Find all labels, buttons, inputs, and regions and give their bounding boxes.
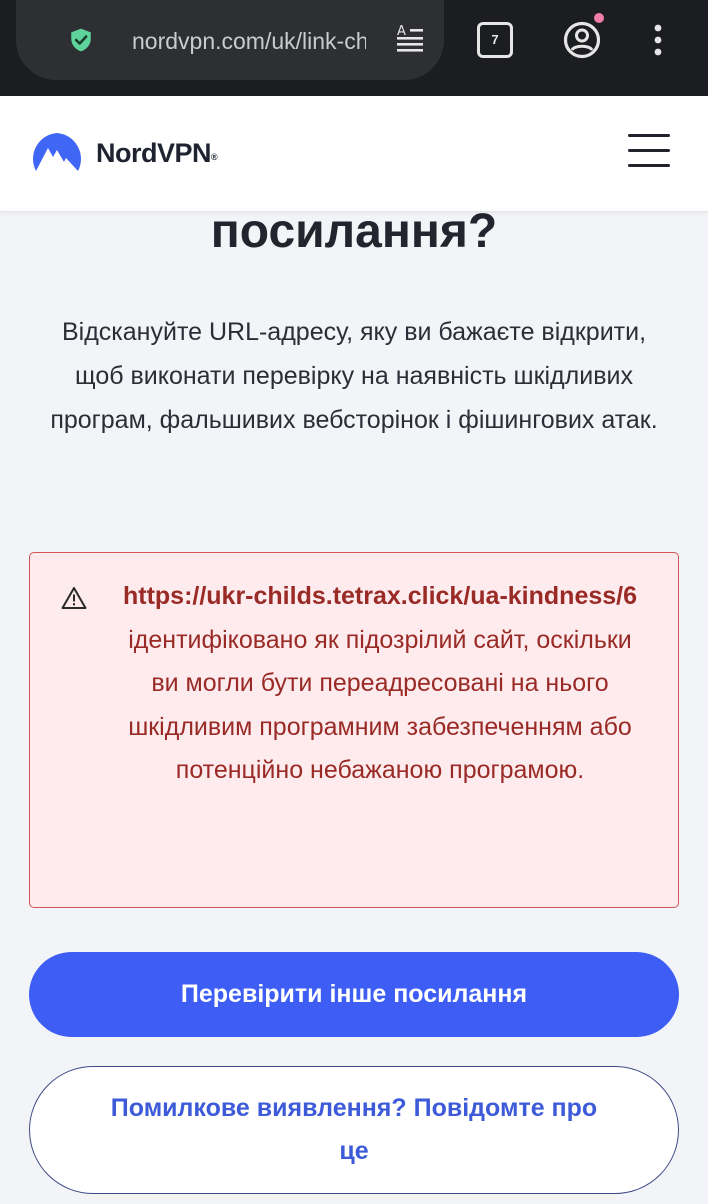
address-bar[interactable]: nordvpn.com/uk/link-checker A [16, 0, 444, 80]
report-button-label: Помилкове виявлення? Повідомте про це [110, 1094, 598, 1165]
warning-triangle-icon [61, 587, 87, 609]
browser-toolbar: nordvpn.com/uk/link-checker A 7 [0, 0, 708, 96]
intro-text: Відскануйте URL-адресу, яку ви бажаєте в… [50, 318, 658, 434]
report-false-positive-button[interactable]: Помилкове виявлення? Повідомте про це [29, 1066, 679, 1194]
hamburger-icon[interactable] [628, 134, 672, 168]
check-another-link-button[interactable]: Перевірити інше посилання [29, 952, 679, 1037]
alert-box: https://ukr-childs.tetrax.click/ua-kindn… [29, 552, 679, 908]
url-text[interactable]: nordvpn.com/uk/link-checker [132, 26, 366, 56]
site-header: NordVPN® [0, 96, 708, 212]
more-vert-icon[interactable] [648, 20, 668, 60]
brand-name[interactable]: NordVPN® [96, 136, 218, 170]
alert-description: ідентифіковано як підозрілий сайт, оскіл… [128, 625, 632, 785]
reader-mode-icon[interactable]: A [394, 22, 426, 56]
notification-dot [594, 13, 604, 23]
account-icon[interactable] [562, 20, 602, 60]
flagged-url: https://ukr-childs.tetrax.click/ua-kindn… [122, 582, 638, 610]
nordvpn-logo-icon[interactable] [30, 132, 84, 174]
tab-switcher-button[interactable]: 7 [477, 22, 513, 58]
alert-message: https://ukr-childs.tetrax.click/ua-kindn… [120, 575, 640, 793]
svg-text:A: A [397, 24, 406, 39]
shield-check-icon[interactable] [68, 27, 94, 53]
trademark: ® [211, 152, 218, 162]
